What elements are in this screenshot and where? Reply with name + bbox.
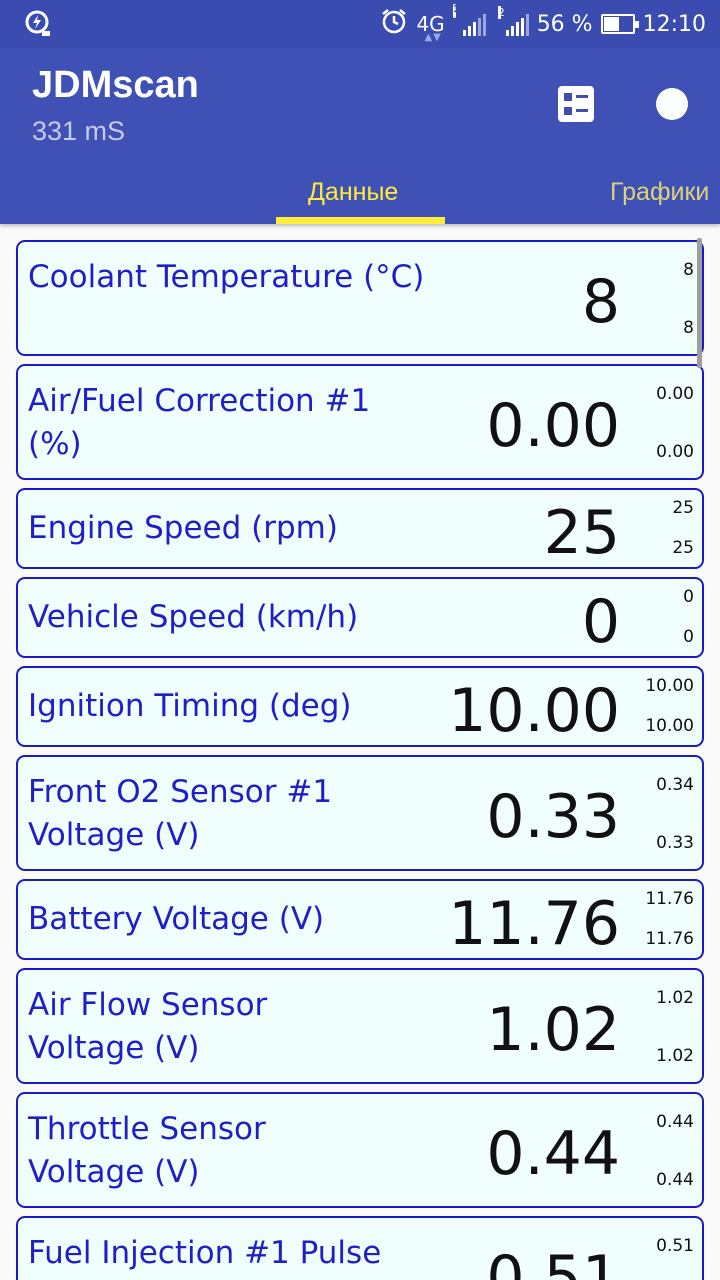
- param-min: 1.02: [656, 1046, 694, 1066]
- app-title: JDMscan: [32, 64, 199, 106]
- status-bar: 4G ▲▼ 1 2 56 % 12:10: [0, 0, 720, 48]
- param-card-coolant-temperature[interactable]: Coolant Temperature (°C) 8 8 8: [16, 240, 704, 356]
- tab-data[interactable]: Данные: [308, 178, 398, 207]
- param-label: Front O2 Sensor #1 Voltage (V): [28, 774, 333, 853]
- param-card-air-flow-sensor[interactable]: Air Flow Sensor Voltage (V) 1.02 1.02 1.…: [16, 968, 704, 1084]
- param-max: 0.51: [656, 1236, 694, 1256]
- param-label: Air Flow Sensor Voltage (V): [28, 987, 268, 1066]
- clock: 12:10: [642, 11, 706, 37]
- param-label: Vehicle Speed (km/h): [28, 599, 359, 635]
- param-value: 8: [581, 267, 620, 337]
- refresh-interval: 331 mS: [32, 116, 126, 146]
- scrollbar-thumb[interactable]: [697, 238, 702, 368]
- battery-icon: [600, 14, 639, 34]
- param-value: 0.00: [486, 391, 620, 461]
- network-type-indicator: 4G ▲▼: [416, 12, 445, 43]
- param-max: 1.02: [656, 988, 694, 1008]
- sim1-signal-icon: 1: [452, 4, 486, 36]
- param-card-ignition-timing[interactable]: Ignition Timing (deg) 10.00 10.00 10.00: [16, 666, 704, 747]
- param-card-battery-voltage[interactable]: Battery Voltage (V) 11.76 11.76 11.76: [16, 879, 704, 960]
- param-min: 8: [683, 318, 694, 338]
- param-card-front-o2-sensor[interactable]: Front O2 Sensor #1 Voltage (V) 0.33 0.34…: [16, 755, 704, 871]
- sim2-label: 2: [497, 6, 505, 19]
- param-label: Battery Voltage (V): [28, 901, 325, 937]
- param-max: 0.34: [656, 775, 694, 795]
- param-max: 0: [683, 587, 694, 607]
- alarm-icon: [380, 7, 408, 41]
- param-value: 1.02: [486, 995, 620, 1065]
- param-label: Fuel Injection #1 Pulse: [28, 1235, 382, 1271]
- param-label: Engine Speed (rpm): [28, 510, 338, 546]
- param-value: 10.00: [448, 676, 620, 746]
- param-card-engine-speed[interactable]: Engine Speed (rpm) 25 25 25: [16, 488, 704, 569]
- tab-graphs[interactable]: Графики: [610, 178, 709, 207]
- param-min: 10.00: [645, 716, 694, 736]
- param-card-throttle-sensor[interactable]: Throttle Sensor Voltage (V) 0.44 0.44 0.…: [16, 1092, 704, 1208]
- sim1-badge: 1: [452, 4, 460, 18]
- param-label: Coolant Temperature (°C): [28, 259, 425, 295]
- param-value: 25: [543, 498, 620, 568]
- param-min: 11.76: [645, 929, 694, 949]
- param-min: 0.33: [656, 833, 694, 853]
- param-value: 11.76: [448, 889, 620, 959]
- sim2-signal-icon: 2: [497, 6, 529, 36]
- tab-indicator: [276, 217, 445, 224]
- record-button[interactable]: [656, 88, 688, 120]
- charging-notification-icon: [24, 9, 52, 43]
- param-card-fuel-injection[interactable]: Fuel Injection #1 Pulse 0.51 0.51: [16, 1216, 704, 1280]
- param-label: Throttle Sensor Voltage (V): [28, 1111, 266, 1190]
- parameter-list[interactable]: Coolant Temperature (°C) 8 8 8 Air/Fuel …: [0, 224, 720, 1280]
- param-min: 25: [672, 538, 694, 558]
- parameter-list-icon[interactable]: [558, 86, 594, 122]
- param-label: Air/Fuel Correction #1 (%): [28, 383, 371, 462]
- param-max: 8: [683, 260, 694, 280]
- tab-bar: Данные Графики: [0, 160, 720, 224]
- param-max: 11.76: [645, 889, 694, 909]
- param-max: 0.44: [656, 1112, 694, 1132]
- app-bar: JDMscan 331 mS: [0, 48, 720, 160]
- param-min: 0.44: [656, 1170, 694, 1190]
- battery-percent: 56 %: [536, 11, 593, 37]
- param-card-air-fuel-correction[interactable]: Air/Fuel Correction #1 (%) 0.00 0.00 0.0…: [16, 364, 704, 480]
- param-max: 10.00: [645, 676, 694, 696]
- param-card-vehicle-speed[interactable]: Vehicle Speed (km/h) 0 0 0: [16, 577, 704, 658]
- param-value: 0.51: [486, 1243, 620, 1280]
- param-max: 25: [672, 498, 694, 518]
- param-min: 0: [683, 627, 694, 647]
- param-value: 0.33: [486, 782, 620, 852]
- param-label: Ignition Timing (deg): [28, 688, 352, 724]
- param-value: 0.44: [486, 1119, 620, 1189]
- param-value: 0: [581, 587, 620, 657]
- param-min: 0.00: [656, 442, 694, 462]
- param-max: 0.00: [656, 384, 694, 404]
